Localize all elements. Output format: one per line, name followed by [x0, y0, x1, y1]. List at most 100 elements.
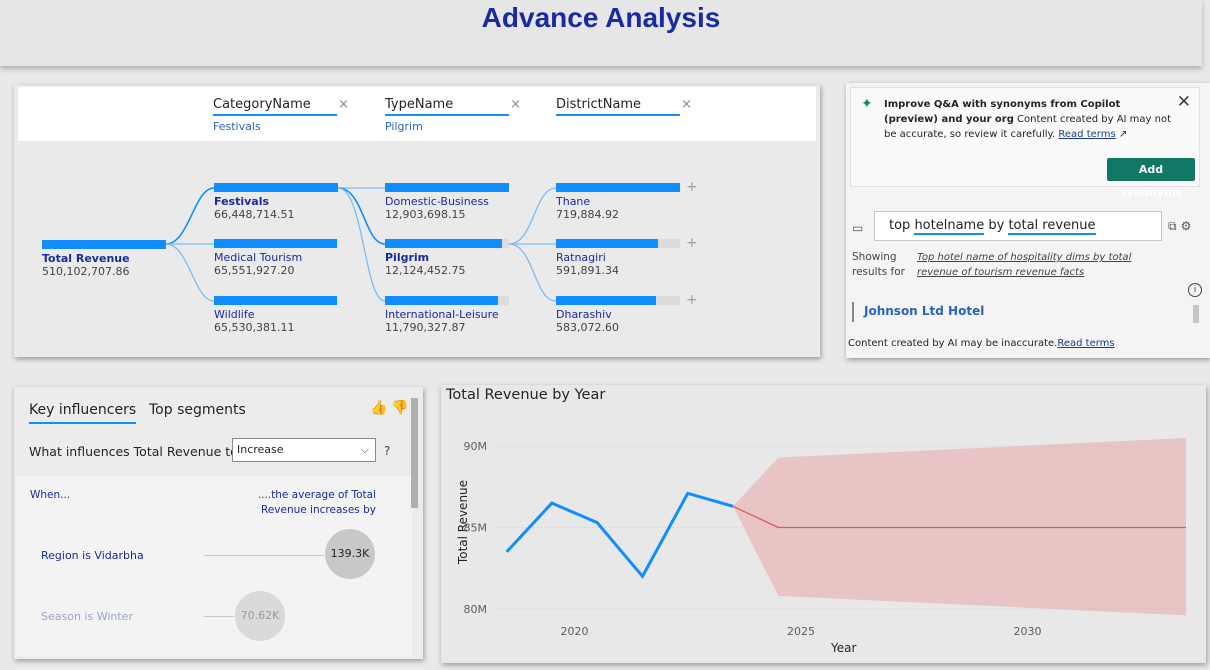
expand-plus-icon[interactable]: + [686, 292, 698, 308]
remove-level-icon[interactable]: × [510, 97, 521, 112]
node-bar-track [556, 183, 680, 192]
node-value: 12,903,698.15 [385, 208, 466, 221]
y-tick-label: 80M [464, 603, 488, 616]
query-text: by [984, 218, 1009, 233]
expand-plus-icon[interactable]: + [686, 179, 698, 195]
forecast-confidence-band [733, 438, 1186, 616]
node-bar [385, 183, 509, 192]
node-label: Wildlife [214, 308, 255, 321]
query-term: hotelname [914, 218, 985, 235]
external-link-icon[interactable]: ↗ [1119, 129, 1127, 140]
copilot-banner: ✦ Improve Q&A with synonyms from Copilot… [850, 87, 1200, 199]
title-bar: Advance Analysis [0, 0, 1202, 66]
qa-answer: Johnson Ltd Hotel [852, 302, 984, 322]
chat-icon[interactable]: ▭ [852, 221, 863, 235]
influencer-bubble[interactable]: 70.62K [235, 591, 285, 641]
node-bar [214, 239, 337, 248]
node-bar-track [214, 239, 338, 248]
level-header-district[interactable]: DistrictName × [556, 97, 692, 116]
direction-value: Increase [237, 443, 284, 456]
tree-node-type[interactable]: Domestic-Business 12,903,698.15 [385, 183, 509, 221]
page-title: Advance Analysis [481, 2, 721, 33]
chart-plot: 80M 85M 90M 2020 2025 2030 [464, 438, 1187, 638]
read-terms-link[interactable]: Read terms [1058, 129, 1115, 140]
x-tick-label: 2020 [561, 625, 589, 638]
node-label: Total Revenue [42, 252, 130, 265]
y-tick-label: 90M [464, 440, 488, 453]
when-header: When... [30, 489, 71, 501]
node-bar [385, 239, 502, 248]
tree-node-district[interactable]: Ratnagiri 591,891.34 [556, 239, 680, 277]
influencer-label[interactable]: Region is Vidarbha [41, 549, 144, 562]
sparkle-icon: ✦ [861, 96, 873, 112]
remove-level-icon[interactable]: × [338, 97, 349, 112]
node-bar-track [556, 296, 680, 305]
qa-tools-icons[interactable]: ⧉⚙ [1168, 219, 1195, 234]
average-header: ....the average of Total Revenue increas… [257, 489, 376, 516]
direction-select[interactable]: Increase ⌵ [232, 438, 376, 462]
node-value: 591,891.34 [556, 264, 619, 277]
node-bar [556, 239, 658, 248]
showing-results-label: Showing results for [852, 251, 905, 278]
y-tick-label: 85M [464, 522, 488, 535]
node-label: Medical Tourism [214, 251, 303, 264]
node-value: 65,530,381.11 [214, 321, 295, 334]
help-icon[interactable]: ? [384, 444, 390, 458]
interpreted-query: Top hotel name of hospitality dims by to… [917, 252, 1132, 278]
tree-node-type[interactable]: Pilgrim 12,124,452.75 [385, 239, 509, 277]
tab-top-segments[interactable]: Top segments [149, 402, 246, 418]
node-value: 583,072.60 [556, 321, 619, 334]
node-bar [556, 296, 657, 305]
node-label: Pilgrim [385, 251, 430, 264]
level-header-selection: Pilgrim [385, 120, 423, 133]
node-label: Festivals [214, 195, 270, 208]
disclaimer-text: Content created by AI may be inaccurate. [848, 338, 1058, 349]
node-bar-track [214, 183, 338, 192]
add-synonyms-button[interactable]: Add synonyms [1107, 158, 1195, 199]
level-header-type[interactable]: TypeName × Pilgrim [385, 97, 521, 133]
level-header-selection: Festivals [213, 120, 261, 133]
tree-node-category[interactable]: Medical Tourism 65,551,927.20 [214, 239, 338, 277]
influencer-line [204, 555, 324, 556]
node-bar-track [42, 240, 166, 249]
feedback-thumbs-icon[interactable]: 👍👎 [370, 400, 413, 416]
level-header-category[interactable]: CategoryName × Festivals [213, 97, 349, 133]
node-bar [556, 183, 680, 192]
node-bar-track [385, 183, 509, 192]
link-root-wildlife [165, 243, 215, 302]
close-icon[interactable]: ✕ [1177, 92, 1191, 112]
node-label: Domestic-Business [385, 195, 489, 208]
influence-question: What influences Total Revenue to [29, 444, 238, 459]
tree-node-category[interactable]: Festivals 66,448,714.51 [214, 183, 338, 221]
link-festivals-international [337, 187, 386, 302]
key-influencers-visual: Key influencers Top segments 👍👎 What inf… [14, 387, 423, 659]
read-terms-link[interactable]: Read terms [1057, 338, 1114, 349]
tree-node-type[interactable]: International-Leisure 11,790,327.87 [385, 296, 509, 334]
tree-node-district[interactable]: Thane 719,884.92 [556, 183, 680, 221]
node-value: 66,448,714.51 [214, 208, 295, 221]
info-icon[interactable]: i [1188, 283, 1202, 297]
node-bar [214, 183, 338, 192]
qa-question-input[interactable]: top hotelname by total revenue [874, 211, 1162, 241]
remove-level-icon[interactable]: × [681, 97, 692, 112]
influencers-scrollbar[interactable] [411, 398, 418, 508]
decomposition-tree: CategoryName × Festivals TypeName × Pilgri… [14, 85, 820, 357]
tab-key-influencers[interactable]: Key influencers [29, 402, 137, 424]
node-label: Thane [556, 195, 591, 208]
node-bar [214, 296, 337, 305]
tree-node-root[interactable]: Total Revenue 510,102,707.86 [42, 240, 166, 278]
level-header-name: TypeName [385, 97, 454, 112]
query-term: total revenue [1008, 218, 1096, 235]
influencer-label[interactable]: Season is Winter [41, 610, 133, 623]
node-label: International-Leisure [385, 308, 499, 321]
tree-node-category[interactable]: Wildlife 65,530,381.11 [214, 296, 338, 334]
chevron-down-icon: ⌵ [360, 443, 369, 456]
answer-scrollbar[interactable] [1193, 305, 1199, 323]
node-bar-track [214, 296, 338, 305]
expand-plus-icon[interactable]: + [686, 235, 698, 251]
node-label: Ratnagiri [556, 251, 606, 264]
tree-node-district[interactable]: Dharashiv 583,072.60 [556, 296, 680, 334]
influencers-list: When... ....the average of Total Revenue… [16, 476, 412, 656]
influencer-bubble[interactable]: 139.3K [325, 529, 375, 579]
ai-disclaimer: Content created by AI may be inaccurate.… [848, 338, 1115, 349]
